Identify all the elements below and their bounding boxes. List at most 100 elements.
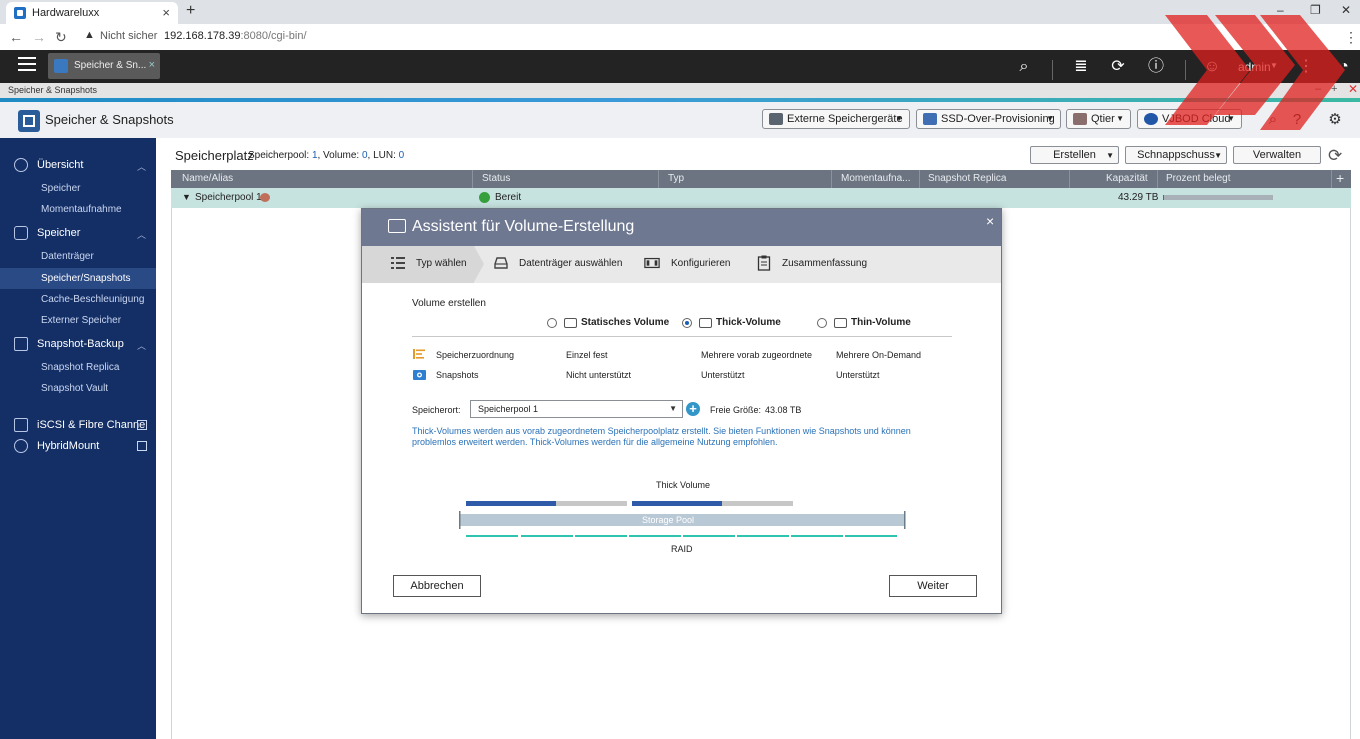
column-header[interactable]: Name/Alias xyxy=(182,173,233,184)
chevron-down-icon: ▼ xyxy=(669,404,677,413)
settings-gear-icon[interactable]: ⚙ xyxy=(1326,111,1344,129)
column-header[interactable]: Kapazität xyxy=(1106,173,1148,184)
close-app-button[interactable]: ✕ xyxy=(1348,82,1358,96)
sidebar-item-external[interactable]: Externer Speicher xyxy=(41,315,121,326)
gauge-icon xyxy=(14,158,28,172)
button-label: Schnappschuss xyxy=(1137,149,1215,161)
dialog-header: Assistent für Volume-Erstellung × xyxy=(362,209,1001,246)
info-icon[interactable]: ⓘ xyxy=(1147,58,1165,76)
browser-address-bar: ← → ↻ ▲ Nicht sicher 192.168.178.39:8080… xyxy=(0,24,1360,51)
location-value: Speicherpool 1 xyxy=(478,404,539,414)
sidebar-item-momentaufnahme[interactable]: Momentaufnahme xyxy=(41,204,122,215)
button-label: VJBOD Cloud xyxy=(1162,113,1231,125)
user-avatar-icon[interactable]: ☺ xyxy=(1203,58,1221,76)
vjbod-cloud-button[interactable]: VJBOD Cloud ▼ xyxy=(1137,109,1242,129)
maximize-window-button[interactable]: ❐ xyxy=(1310,3,1321,17)
tasks-icon[interactable]: ≣ xyxy=(1072,58,1090,76)
more-options-icon[interactable]: ⋮ xyxy=(1297,58,1315,76)
external-storage-button[interactable]: Externe Speichergeräte ▼ xyxy=(762,109,910,129)
drive-icon xyxy=(564,318,577,328)
column-header[interactable]: Prozent belegt xyxy=(1166,173,1231,184)
next-button[interactable]: Weiter xyxy=(889,575,977,597)
radio-thin-volume[interactable] xyxy=(817,318,827,328)
diagram-raid-label: RAID xyxy=(671,544,693,554)
search-icon[interactable]: ⌕ xyxy=(1264,111,1282,129)
url-field[interactable]: ▲ Nicht sicher 192.168.178.39:8080/cgi-b… xyxy=(76,27,1236,47)
button-label: Erstellen xyxy=(1053,149,1096,161)
close-window-button[interactable]: ✕ xyxy=(1341,3,1351,17)
table-row[interactable]: ▼ Speicherpool 1 Bereit 43.29 TB xyxy=(171,188,1351,208)
iscsi-icon xyxy=(14,418,28,432)
back-icon[interactable]: ← xyxy=(9,29,23,45)
close-tab-icon[interactable]: × xyxy=(162,5,170,20)
volume-wizard-dialog: Assistent für Volume-Erstellung × Typ wä… xyxy=(361,208,1002,614)
chevron-down-icon[interactable]: ▼ xyxy=(1270,61,1278,70)
step-configure: Konfigurieren xyxy=(671,258,731,269)
minimize-app-button[interactable]: – xyxy=(1315,83,1321,95)
column-header[interactable]: Status xyxy=(482,173,510,184)
chevron-up-icon[interactable]: ︿ xyxy=(137,339,146,352)
radio-thick-volume[interactable] xyxy=(682,318,692,328)
sidebar-item-snapshot-vault[interactable]: Snapshot Vault xyxy=(41,383,108,394)
new-tab-button[interactable]: + xyxy=(186,2,195,20)
minimize-window-button[interactable]: – xyxy=(1277,3,1284,17)
cancel-button[interactable]: Abbrechen xyxy=(393,575,481,597)
diagram-title: Thick Volume xyxy=(656,480,711,490)
browser-tab[interactable]: Hardwareluxx × xyxy=(6,2,178,24)
location-select[interactable]: Speicherpool 1 ▼ xyxy=(470,400,683,418)
sidebar-item-datentraeger[interactable]: Datenträger xyxy=(41,251,94,262)
chevron-up-icon[interactable]: ︿ xyxy=(137,160,146,173)
user-name[interactable]: admin xyxy=(1238,60,1271,74)
sidebar-item-speicher[interactable]: Speicher xyxy=(41,183,80,194)
search-icon[interactable]: ⌕ xyxy=(1015,58,1033,76)
ssd-overprovisioning-button[interactable]: SSD-Over-Provisioning ▼ xyxy=(916,109,1061,129)
url-path: :8080/cgi-bin/ xyxy=(240,30,307,42)
external-link-icon[interactable] xyxy=(137,441,147,451)
add-column-icon[interactable]: + xyxy=(1336,170,1344,186)
drive-icon xyxy=(388,219,406,233)
expand-chevron-icon[interactable]: ▼ xyxy=(182,192,191,202)
manage-button[interactable]: Verwalten xyxy=(1233,146,1321,164)
column-header[interactable]: Momentaufna... xyxy=(841,173,910,184)
option-label[interactable]: Thick-Volume xyxy=(716,317,781,328)
create-button[interactable]: Erstellen ▼ xyxy=(1030,146,1119,164)
chevron-up-icon[interactable]: ︿ xyxy=(137,228,146,241)
sidebar-item-snapshot-replica[interactable]: Snapshot Replica xyxy=(41,362,119,373)
refresh-icon[interactable]: ⟳ xyxy=(1328,146,1342,166)
reload-icon[interactable]: ↻ xyxy=(55,29,67,46)
external-link-icon[interactable] xyxy=(137,420,147,430)
dashboard-icon[interactable]: ◔ xyxy=(1335,58,1353,76)
sync-icon[interactable]: ⟳ xyxy=(1109,58,1127,76)
help-icon[interactable]: ? xyxy=(1288,111,1306,129)
forward-icon[interactable]: → xyxy=(32,29,46,45)
radio-static-volume[interactable] xyxy=(547,318,557,328)
database-icon xyxy=(14,226,28,240)
app-title: Speicher & Snapshots xyxy=(45,112,174,127)
feature-label: Snapshots xyxy=(436,370,479,380)
feature-value: Unterstützt xyxy=(836,370,880,380)
browser-menu-icon[interactable]: ⋮ xyxy=(1344,29,1358,46)
usage-progress-fill xyxy=(1163,195,1165,200)
allocation-icon xyxy=(413,349,425,359)
chevron-down-icon: ▼ xyxy=(1046,114,1054,123)
column-header[interactable]: Typ xyxy=(668,173,684,184)
sidebar-item-speicher-snapshots[interactable]: Speicher/Snapshots xyxy=(41,273,131,284)
summary-label: , Volume: xyxy=(317,150,362,161)
column-header[interactable]: Snapshot Replica xyxy=(928,173,1006,184)
chevron-down-icon: ▼ xyxy=(895,114,903,123)
option-label[interactable]: Thin-Volume xyxy=(851,317,911,328)
sidebar-link-label: iSCSI & Fibre Channel xyxy=(37,419,148,431)
qtier-icon xyxy=(1073,113,1087,125)
button-label: Verwalten xyxy=(1252,149,1302,161)
sidebar-item-cache[interactable]: Cache-Beschleunigung xyxy=(41,294,144,305)
snapshot-button[interactable]: Schnappschuss ▼ xyxy=(1125,146,1227,164)
qtier-button[interactable]: Qtier ▼ xyxy=(1066,109,1131,129)
maximize-app-button[interactable]: + xyxy=(1331,83,1337,95)
option-label[interactable]: Statisches Volume xyxy=(581,317,669,328)
close-app-tab-icon[interactable]: × xyxy=(149,59,155,71)
app-tab-storage[interactable]: Speicher & Sn... × xyxy=(48,53,160,79)
add-pool-icon[interactable]: + xyxy=(686,402,700,416)
close-dialog-icon[interactable]: × xyxy=(986,213,994,229)
sidebar-link-label: HybridMount xyxy=(37,440,100,452)
main-menu-icon[interactable] xyxy=(18,57,36,73)
